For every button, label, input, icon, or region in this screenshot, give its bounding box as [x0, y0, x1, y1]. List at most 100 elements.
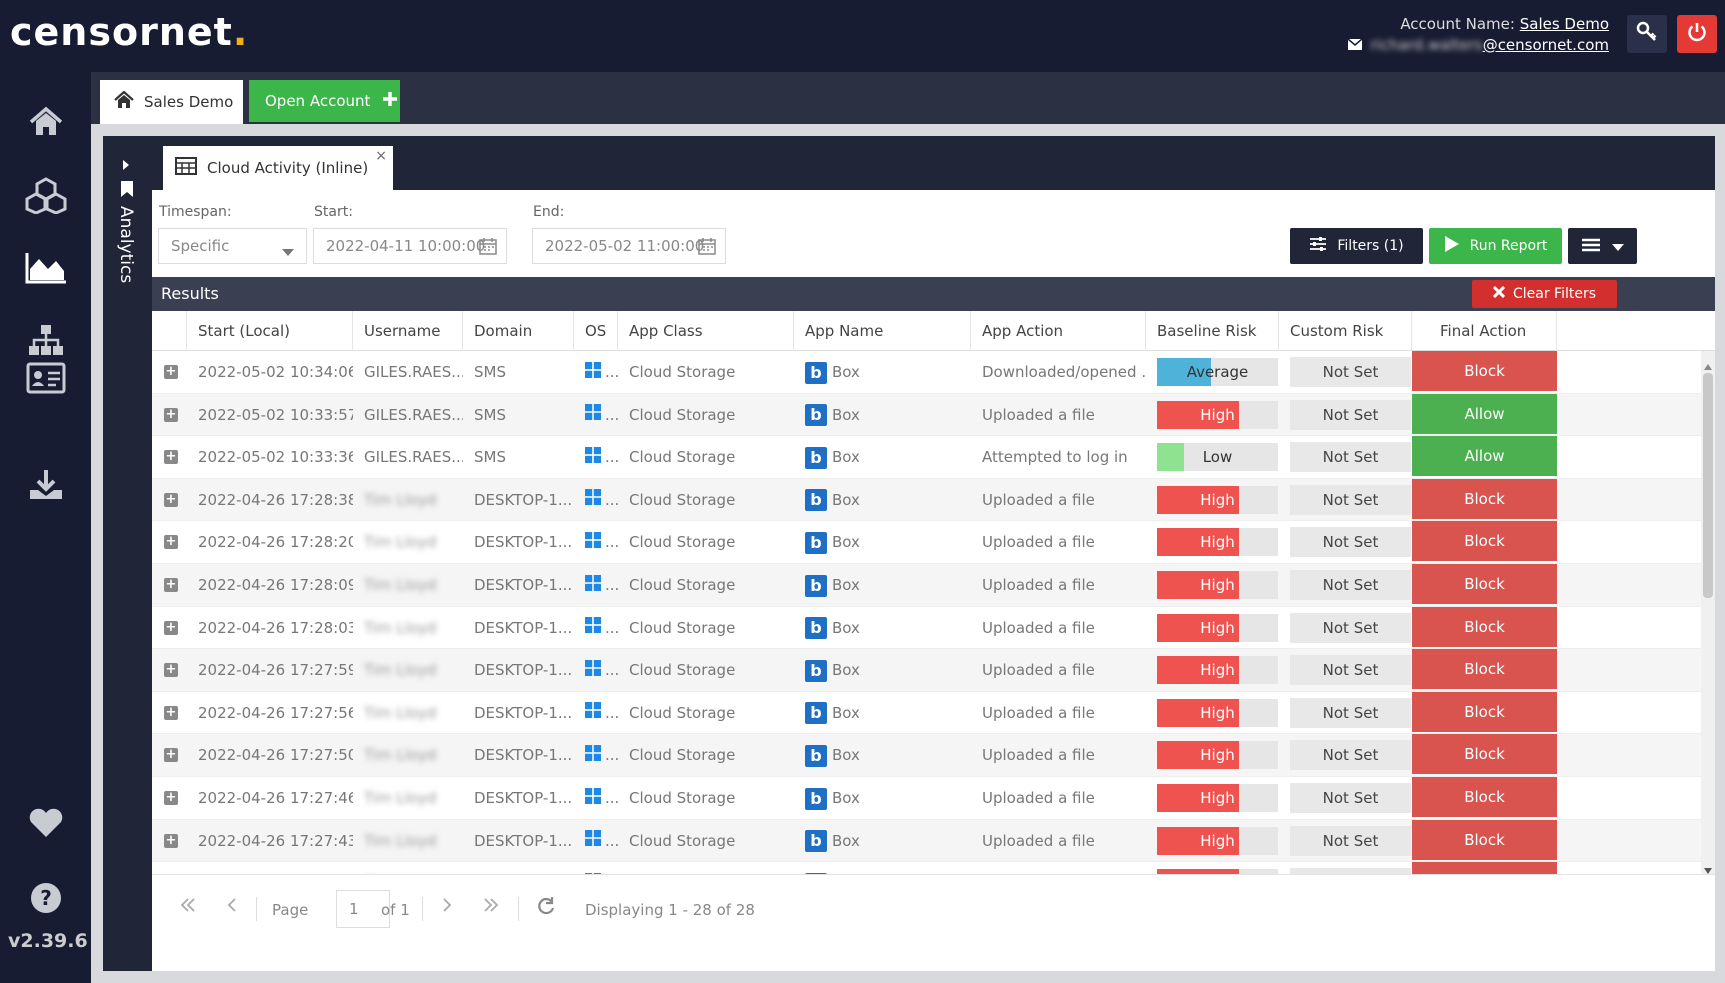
next-page-icon[interactable] [441, 897, 453, 917]
final-action-badge[interactable]: Block [1412, 734, 1557, 775]
logout-button[interactable] [1677, 15, 1717, 53]
censornet-logo[interactable]: censornet. [10, 10, 248, 54]
column-header-app-class[interactable]: App Class [618, 311, 794, 351]
column-header-domain[interactable]: Domain [463, 311, 574, 351]
custom-risk-badge[interactable]: Not Set [1290, 357, 1411, 387]
table-row[interactable]: +2022-04-26 17:19:27Tim LloydDESKTOP-1..… [152, 862, 1701, 874]
table-row[interactable]: +2022-04-26 17:27:56 Tim Lloyd DESKTOP-1..… [152, 691, 1701, 735]
first-page-icon[interactable] [180, 897, 196, 917]
expand-row-icon[interactable]: + [164, 365, 178, 379]
column-header-final-action[interactable]: Final Action [1412, 311, 1557, 351]
expand-row-icon[interactable]: + [164, 705, 178, 720]
final-action-badge[interactable]: Block [1412, 819, 1557, 860]
prev-page-icon[interactable] [226, 897, 238, 917]
column-header-app-name[interactable]: App Name [794, 311, 971, 351]
custom-risk-badge[interactable]: Not Set [1290, 655, 1411, 686]
final-action-badge[interactable]: Block [1412, 606, 1557, 647]
column-header-os[interactable]: OS [574, 311, 618, 351]
final-action-badge[interactable]: Block [1412, 649, 1557, 690]
caret-right-icon[interactable] [122, 156, 130, 175]
cell-app-class: Cloud Storage [629, 789, 736, 807]
cubes-icon[interactable] [22, 175, 70, 215]
final-action-badge[interactable]: Allow [1412, 393, 1557, 434]
custom-risk-badge[interactable]: Not Set [1290, 484, 1411, 515]
final-action-badge[interactable]: Block [1412, 564, 1557, 604]
final-action-badge[interactable]: Block [1412, 862, 1557, 874]
expand-row-icon[interactable]: + [164, 578, 178, 592]
expand-row-icon[interactable]: + [164, 748, 178, 763]
custom-risk-badge[interactable]: Not Set [1290, 527, 1411, 558]
last-page-icon[interactable] [483, 897, 499, 917]
column-header-custom-risk[interactable]: Custom Risk [1279, 311, 1412, 351]
cell-start: 2022-04-26 17:27:56 [198, 703, 353, 722]
open-account-button[interactable]: Open Account [249, 80, 400, 122]
calendar-icon[interactable] [698, 237, 716, 259]
scrollbar-thumb[interactable] [1703, 373, 1713, 598]
analytics-collapsed-panel[interactable]: Analytics [103, 136, 152, 971]
column-header-username[interactable]: Username [353, 311, 463, 351]
column-header-start[interactable]: Start (Local) [187, 311, 353, 351]
id-card-icon[interactable] [22, 358, 70, 398]
column-header-baseline-risk[interactable]: Baseline Risk [1146, 311, 1279, 351]
timespan-select[interactable]: Specific [158, 228, 307, 264]
close-icon[interactable]: × [375, 148, 387, 164]
refresh-icon[interactable] [536, 896, 556, 920]
expand-row-icon[interactable]: + [164, 450, 178, 465]
table-row[interactable]: +2022-04-26 17:28:03 Tim Lloyd DESKTOP-1..… [152, 606, 1701, 650]
table-row[interactable]: +2022-05-02 10:33:36 GILES.RAES... SMS... C… [152, 436, 1701, 479]
key-button[interactable] [1627, 15, 1667, 53]
cell-app-action: Uploaded a file [982, 746, 1095, 765]
clear-filters-button[interactable]: Clear Filters [1472, 280, 1617, 308]
custom-risk-badge[interactable]: Not Set [1290, 697, 1411, 728]
expand-row-icon[interactable]: + [164, 663, 178, 678]
expand-row-icon[interactable]: + [164, 535, 178, 550]
custom-risk-badge[interactable]: Not Set [1290, 442, 1411, 473]
tab-sales-demo[interactable]: Sales Demo [100, 80, 243, 124]
final-action-badge[interactable]: Block [1412, 478, 1557, 519]
end-date-input[interactable]: 2022-05-02 11:00:00 [532, 228, 726, 264]
account-name-value[interactable]: Sales Demo [1520, 15, 1609, 33]
scroll-up-icon[interactable] [1704, 355, 1712, 374]
table-row[interactable]: +2022-04-26 17:27:46 Tim Lloyd DESKTOP-1..… [152, 777, 1701, 820]
menu-dropdown-button[interactable] [1568, 228, 1637, 264]
custom-risk-badge[interactable]: Not Set [1290, 570, 1411, 600]
expand-row-icon[interactable]: + [164, 620, 178, 635]
custom-risk-badge[interactable]: Not Set [1290, 399, 1411, 430]
start-date-input[interactable]: 2022-04-11 10:00:00 [313, 228, 507, 264]
column-header-app-action[interactable]: App Action [971, 311, 1146, 351]
expand-row-icon[interactable]: + [164, 833, 178, 848]
heart-icon[interactable] [22, 803, 70, 843]
custom-risk-badge[interactable]: Not Set [1290, 825, 1411, 856]
org-chart-icon[interactable] [22, 320, 70, 360]
scroll-down-icon[interactable] [1704, 859, 1712, 874]
custom-risk-badge[interactable]: Not Set [1290, 783, 1411, 813]
custom-risk-badge[interactable]: Not Set [1290, 740, 1411, 771]
cell-app-class: Cloud Storage [629, 363, 736, 381]
custom-risk-badge[interactable]: Not Set [1290, 612, 1411, 643]
expand-row-icon[interactable]: + [164, 492, 178, 507]
tab-cloud-activity[interactable]: Cloud Activity (Inline) × [163, 146, 393, 190]
expand-row-icon[interactable]: + [164, 791, 178, 805]
table-row[interactable]: +2022-04-26 17:28:09 Tim Lloyd DESKTOP-1..… [152, 564, 1701, 607]
final-action-badge[interactable]: Block [1412, 777, 1557, 817]
table-row[interactable]: +2022-05-02 10:34:06 GILES.RAES... SMS... C… [152, 351, 1701, 394]
table-row[interactable]: +2022-04-26 17:27:59 Tim Lloyd DESKTOP-1..… [152, 649, 1701, 692]
calendar-icon[interactable] [479, 237, 497, 259]
table-row[interactable]: +2022-04-26 17:27:50 Tim Lloyd DESKTOP-1..… [152, 734, 1701, 777]
filters-button[interactable]: Filters (1) [1290, 228, 1423, 264]
table-row[interactable]: +2022-05-02 10:33:57 GILES.RAES... SMS... C… [152, 393, 1701, 437]
download-icon[interactable] [22, 465, 70, 505]
grid-scrollbar[interactable] [1701, 351, 1715, 874]
help-icon[interactable]: ? [22, 878, 70, 918]
run-report-button[interactable]: Run Report [1429, 228, 1562, 264]
expand-row-icon[interactable]: + [164, 407, 178, 422]
final-action-badge[interactable]: Allow [1412, 436, 1557, 477]
table-row[interactable]: +2022-04-26 17:27:43 Tim Lloyd DESKTOP-1..… [152, 819, 1701, 863]
table-row[interactable]: +2022-04-26 17:28:20 Tim Lloyd DESKTOP-1..… [152, 521, 1701, 564]
table-row[interactable]: +2022-04-26 17:28:38 Tim Lloyd DESKTOP-1..… [152, 478, 1701, 522]
area-chart-icon[interactable] [22, 248, 70, 288]
final-action-badge[interactable]: Block [1412, 691, 1557, 732]
final-action-badge[interactable]: Block [1412, 521, 1557, 562]
home-icon[interactable] [22, 102, 70, 142]
final-action-badge[interactable]: Block [1412, 351, 1557, 391]
